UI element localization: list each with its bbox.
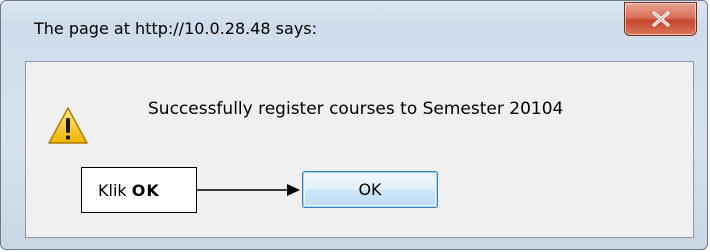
close-button[interactable] xyxy=(624,2,697,36)
alert-dialog: The page at http://10.0.28.48 says: Succ… xyxy=(0,0,708,250)
annotation-text: Klik OK xyxy=(98,181,160,200)
arrow-right-icon xyxy=(197,184,300,196)
close-icon xyxy=(652,11,670,27)
dialog-message: Successfully register courses to Semeste… xyxy=(148,99,564,119)
title-bar[interactable]: The page at http://10.0.28.48 says: xyxy=(1,1,707,59)
warning-icon xyxy=(48,107,88,144)
dialog-title: The page at http://10.0.28.48 says: xyxy=(34,19,318,38)
ok-button[interactable]: OK xyxy=(302,171,438,208)
annotation-callout: Klik OK xyxy=(81,167,197,213)
annotation-prefix: Klik xyxy=(98,181,132,200)
annotation-emphasis: OK xyxy=(131,181,160,200)
